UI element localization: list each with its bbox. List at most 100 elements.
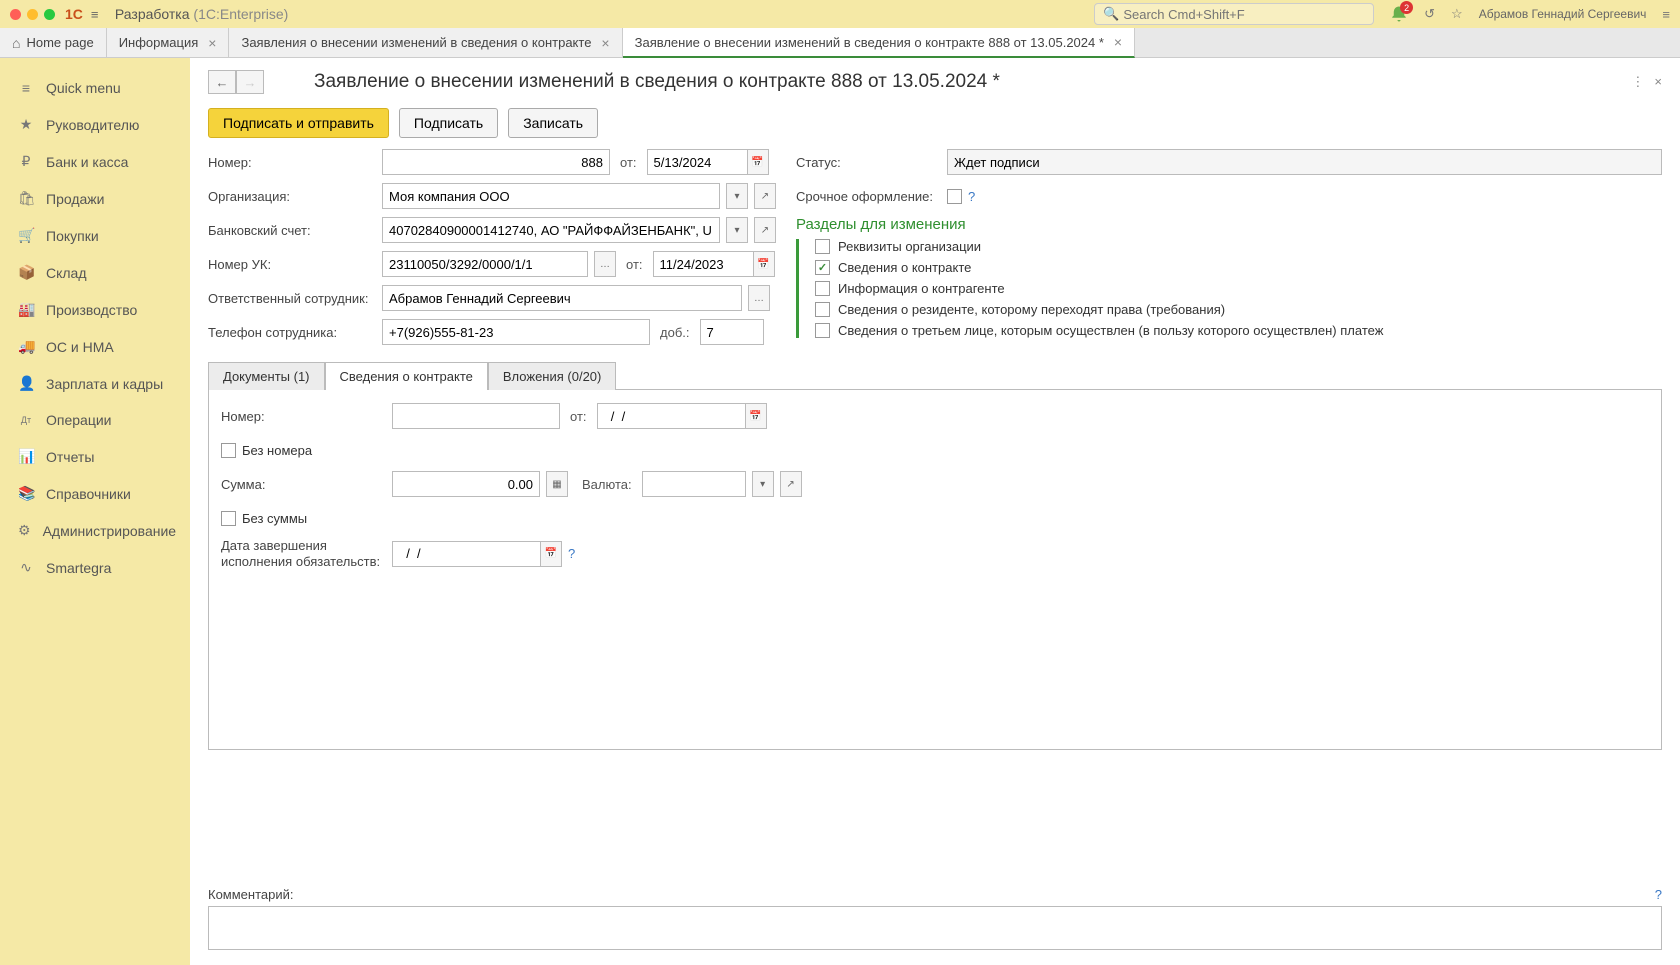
dropdown-icon[interactable]: ▾ <box>726 217 748 243</box>
checkbox[interactable] <box>815 323 830 338</box>
responsible-input[interactable] <box>382 285 742 311</box>
bank-input[interactable] <box>382 217 720 243</box>
close-icon[interactable]: × <box>208 35 216 51</box>
phone-input[interactable] <box>382 319 650 345</box>
tab-applications-list[interactable]: Заявления о внесении изменений в сведени… <box>229 28 622 57</box>
help-icon[interactable]: ? <box>568 546 575 561</box>
section-check-counterparty[interactable]: Информация о контрагенте <box>796 281 1662 296</box>
tab-application-888[interactable]: Заявление о внесении изменений в сведени… <box>623 28 1136 58</box>
sidebar-item-warehouse[interactable]: 📦Склад <box>0 254 190 291</box>
contract-number-input[interactable] <box>392 403 560 429</box>
uk-date-input[interactable] <box>653 251 753 277</box>
nav-back-button[interactable]: ← <box>208 70 236 94</box>
close-window[interactable] <box>10 9 21 20</box>
section-check-third-party[interactable]: Сведения о третьем лице, которым осущест… <box>796 323 1662 338</box>
section-check-org-details[interactable]: Реквизиты организации <box>796 239 1662 254</box>
sidebar-item-smartegra[interactable]: ∿Smartegra <box>0 549 190 586</box>
sidebar-item-manager[interactable]: ★Руководителю <box>0 106 190 143</box>
sidebar-item-operations[interactable]: ДтОперации <box>0 402 190 438</box>
sign-and-send-button[interactable]: Подписать и отправить <box>208 108 389 138</box>
more-icon[interactable]: ⋮ <box>1631 74 1644 90</box>
calendar-icon[interactable]: 📅 <box>753 251 775 277</box>
inner-tab-documents[interactable]: Документы (1) <box>208 362 325 390</box>
close-icon[interactable]: × <box>601 35 609 51</box>
section-check-contract-info[interactable]: Сведения о контракте <box>796 260 1662 275</box>
checkbox[interactable] <box>815 281 830 296</box>
sidebar-item-sales[interactable]: 🛍Продажи <box>0 180 190 217</box>
urgent-checkbox[interactable] <box>947 189 962 204</box>
tab-information[interactable]: Информация× <box>107 28 230 57</box>
tabs-bar: ⌂ Home page Информация× Заявления о внес… <box>0 28 1680 58</box>
sidebar-item-salary[interactable]: 👤Зарплата и кадры <box>0 365 190 402</box>
inner-tab-contract[interactable]: Сведения о контракте <box>325 362 488 390</box>
close-icon[interactable]: × <box>1114 34 1122 50</box>
amount-label: Сумма: <box>221 477 386 492</box>
help-icon[interactable]: ? <box>1655 887 1662 902</box>
factory-icon: 🏭 <box>18 301 34 318</box>
calendar-icon[interactable]: 📅 <box>747 149 769 175</box>
search-box[interactable]: 🔍 <box>1094 3 1374 25</box>
select-icon[interactable]: … <box>748 285 770 311</box>
hamburger-icon[interactable]: ≡ <box>91 7 107 22</box>
search-input[interactable] <box>1123 7 1365 22</box>
currency-label: Валюта: <box>582 477 632 492</box>
currency-input[interactable] <box>642 471 746 497</box>
settings-icon[interactable]: ≡ <box>1662 7 1670 22</box>
calculator-icon[interactable]: ▦ <box>546 471 568 497</box>
save-button[interactable]: Записать <box>508 108 598 138</box>
open-icon[interactable]: ↗ <box>754 183 776 209</box>
select-icon[interactable]: … <box>594 251 616 277</box>
notifications-icon[interactable]: 2 <box>1390 5 1408 23</box>
help-icon[interactable]: ? <box>968 189 975 204</box>
person-icon: 👤 <box>18 375 34 392</box>
operations-icon: Дт <box>18 415 34 425</box>
dropdown-icon[interactable]: ▾ <box>752 471 774 497</box>
checkbox[interactable] <box>815 239 830 254</box>
checkbox[interactable] <box>815 260 830 275</box>
sidebar-item-quick-menu[interactable]: ≡Quick menu <box>0 70 190 106</box>
amount-input[interactable] <box>392 471 540 497</box>
chart-icon: 📊 <box>18 448 34 465</box>
open-icon[interactable]: ↗ <box>780 471 802 497</box>
uk-number-label: Номер УК: <box>208 257 376 272</box>
section-check-resident[interactable]: Сведения о резиденте, которому переходят… <box>796 302 1662 317</box>
inner-tabs: Документы (1) Сведения о контракте Вложе… <box>208 362 1662 390</box>
checkbox[interactable] <box>815 302 830 317</box>
sidebar-item-purchases[interactable]: 🛒Покупки <box>0 217 190 254</box>
sidebar-item-admin[interactable]: ⚙Администрирование <box>0 512 190 549</box>
sidebar: ≡Quick menu ★Руководителю ₽Банк и касса … <box>0 58 190 965</box>
inner-tab-attachments[interactable]: Вложения (0/20) <box>488 362 616 390</box>
sidebar-item-reports[interactable]: 📊Отчеты <box>0 438 190 475</box>
end-date-input[interactable] <box>392 541 540 567</box>
uk-number-input[interactable] <box>382 251 588 277</box>
comment-textarea[interactable] <box>208 906 1662 950</box>
sidebar-item-references[interactable]: 📚Справочники <box>0 475 190 512</box>
calendar-icon[interactable]: 📅 <box>540 541 562 567</box>
phone-label: Телефон сотрудника: <box>208 325 376 340</box>
maximize-window[interactable] <box>44 9 55 20</box>
open-icon[interactable]: ↗ <box>754 217 776 243</box>
close-page-icon[interactable]: × <box>1654 74 1662 90</box>
minimize-window[interactable] <box>27 9 38 20</box>
date-input[interactable] <box>647 149 747 175</box>
status-input <box>947 149 1662 175</box>
sidebar-item-assets[interactable]: 🚚ОС и НМА <box>0 328 190 365</box>
history-icon[interactable]: ↺ <box>1424 6 1435 22</box>
contract-date-input[interactable] <box>597 403 745 429</box>
sidebar-item-production[interactable]: 🏭Производство <box>0 291 190 328</box>
sign-button[interactable]: Подписать <box>399 108 498 138</box>
nav-forward-button[interactable]: → <box>236 70 264 94</box>
ext-input[interactable] <box>700 319 764 345</box>
org-input[interactable] <box>382 183 720 209</box>
tab-home[interactable]: ⌂ Home page <box>0 28 107 57</box>
number-input[interactable] <box>382 149 610 175</box>
no-number-checkbox[interactable] <box>221 443 236 458</box>
date-from-label: от: <box>620 155 637 170</box>
user-name[interactable]: Абрамов Геннадий Сергеевич <box>1479 7 1647 21</box>
wave-icon: ∿ <box>18 559 34 576</box>
star-icon[interactable]: ☆ <box>1451 6 1463 22</box>
dropdown-icon[interactable]: ▾ <box>726 183 748 209</box>
sidebar-item-bank[interactable]: ₽Банк и касса <box>0 143 190 180</box>
no-amount-checkbox[interactable] <box>221 511 236 526</box>
calendar-icon[interactable]: 📅 <box>745 403 767 429</box>
